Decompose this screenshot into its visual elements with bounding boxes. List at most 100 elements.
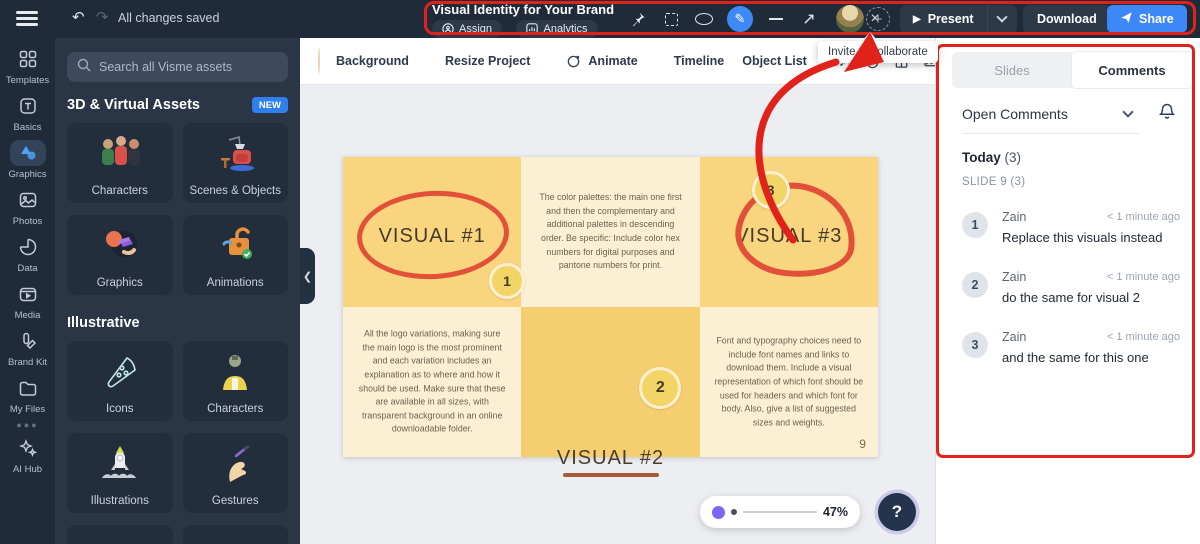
card-partial[interactable] xyxy=(182,525,288,544)
templates-grid-icon xyxy=(10,46,46,72)
slide[interactable]: VISUAL #1 1 The color palettes: the main… xyxy=(343,157,878,477)
background-color-swatch[interactable] xyxy=(318,48,320,74)
sidebar-item-brand-kit[interactable]: Brand Kit xyxy=(2,328,54,368)
present-options-chevron-icon[interactable] xyxy=(986,5,1017,33)
red-circle-annotation xyxy=(730,176,861,284)
timeline-button[interactable]: Timeline xyxy=(674,54,724,68)
object-list-button[interactable]: Object List xyxy=(742,54,807,68)
photos-image-icon xyxy=(10,187,46,213)
card-characters-3d[interactable]: Characters xyxy=(67,123,173,203)
visual-2-title[interactable]: VISUAL #2 xyxy=(521,447,699,470)
tab-comments[interactable]: Comments xyxy=(1072,52,1192,88)
asset-search[interactable] xyxy=(67,52,288,82)
comment-marker-1[interactable]: 1 xyxy=(489,263,525,299)
sidebar-item-ai-hub[interactable]: AI Hub xyxy=(2,435,54,475)
assign-button[interactable]: Assign xyxy=(432,20,503,38)
help-button[interactable]: ? xyxy=(878,493,916,531)
undo-icon[interactable]: ↶ xyxy=(72,8,85,26)
rail-label: Templates xyxy=(5,75,50,86)
asset-cards-illustrative: Icons Characters Illustrations Gestures xyxy=(67,341,288,544)
logo-body-text[interactable]: All the logo variations, making sure the… xyxy=(357,328,507,437)
slide-page-number: 9 xyxy=(859,437,866,451)
sidebar-item-basics[interactable]: Basics xyxy=(2,93,54,133)
section-title: Illustrative xyxy=(67,315,140,331)
group-title: Today xyxy=(962,150,1001,165)
ellipse-tool-icon[interactable] xyxy=(694,9,714,29)
frame-select-icon[interactable] xyxy=(661,9,681,29)
rail-overflow-dots: ●●● xyxy=(16,420,39,430)
pizza-outline-icon xyxy=(97,352,143,411)
sidebar-item-my-files[interactable]: My Files xyxy=(2,375,54,415)
zoom-slider-dot xyxy=(731,509,737,515)
rail-label: Media xyxy=(14,310,41,321)
pen-tool-icon[interactable]: ✎ xyxy=(727,6,753,32)
search-input[interactable] xyxy=(99,60,278,74)
slide-cell-logo-text[interactable]: All the logo variations, making sure the… xyxy=(343,307,522,457)
rail-label: Photos xyxy=(12,216,43,227)
panel-collapse-chevron-icon[interactable]: ❮ xyxy=(300,248,315,304)
red-underline-annotation xyxy=(563,473,660,477)
resize-project-button[interactable]: Resize Project xyxy=(445,54,530,68)
card-label: Characters xyxy=(91,185,148,197)
filter-chevron-down-icon[interactable] xyxy=(1122,106,1134,118)
zoom-control: 47% xyxy=(700,496,860,528)
card-label: Illustrations xyxy=(90,495,149,507)
slide-cell-visual-1[interactable]: VISUAL #1 1 xyxy=(343,157,525,307)
notifications-bell-icon[interactable] xyxy=(1158,102,1176,125)
rail-label: Data xyxy=(17,263,38,274)
sidebar-item-templates[interactable]: Templates xyxy=(2,46,54,86)
redo-icon[interactable]: ↷ xyxy=(96,8,109,26)
slide-cell-visual-2[interactable]: VISUAL #2 2 xyxy=(521,307,700,477)
sidebar-item-data[interactable]: Data xyxy=(2,234,54,274)
slide-cell-visual-3[interactable]: VISUAL #3 3 xyxy=(699,157,878,307)
card-gestures[interactable]: Gestures xyxy=(182,433,288,513)
card-characters-illustrative[interactable]: Characters xyxy=(182,341,288,421)
present-label: Present xyxy=(927,12,974,26)
palettes-body-text[interactable]: The color palettes: the main one first a… xyxy=(535,191,685,273)
background-button[interactable]: Background xyxy=(336,54,409,68)
slide-cell-palettes-text[interactable]: The color palettes: the main one first a… xyxy=(521,157,700,307)
section-header-3d: 3D & Virtual Assets NEW xyxy=(67,97,288,113)
zoom-slider-track[interactable] xyxy=(743,511,817,513)
share-button[interactable]: Share xyxy=(1107,5,1187,33)
present-button[interactable]: ▶ Present xyxy=(900,5,987,33)
basics-text-icon xyxy=(10,93,46,119)
card-animations[interactable]: Animations xyxy=(182,215,288,295)
card-scenes-objects[interactable]: Scenes & Objects xyxy=(182,123,288,203)
graphics-3d-shapes-icon xyxy=(94,226,146,285)
animate-button[interactable]: Animate xyxy=(588,54,637,68)
card-illustrations[interactable]: Illustrations xyxy=(67,433,173,513)
comment-marker-3[interactable]: 3 xyxy=(751,171,790,209)
comment-timestamp: < 1 minute ago xyxy=(1106,331,1180,343)
comment-number-badge: 2 xyxy=(962,272,988,298)
pin-icon[interactable] xyxy=(628,9,648,29)
analytics-button[interactable]: Analytics xyxy=(516,20,598,38)
document-title[interactable]: Visual Identity for Your Brand xyxy=(432,2,614,17)
zoom-slider-handle[interactable] xyxy=(712,505,725,519)
analytics-label: Analytics xyxy=(543,23,588,35)
card-icons[interactable]: Icons xyxy=(67,341,173,421)
slide-cell-fonts-text[interactable]: Font and typography choices need to incl… xyxy=(699,307,878,457)
line-tool-icon[interactable] xyxy=(766,9,786,29)
invite-collaborator-plus-icon[interactable]: + xyxy=(866,7,890,31)
comment-author: Zain xyxy=(1002,330,1027,344)
card-partial[interactable] xyxy=(67,525,173,544)
card-graphics-3d[interactable]: Graphics xyxy=(67,215,173,295)
comment-author: Zain xyxy=(1002,210,1027,224)
canvas[interactable]: VISUAL #1 1 The color palettes: the main… xyxy=(300,85,935,544)
card-label: Graphics xyxy=(96,277,143,289)
fonts-body-text[interactable]: Font and typography choices need to incl… xyxy=(714,334,864,429)
download-button[interactable]: Download xyxy=(1023,5,1111,33)
sidebar-item-graphics[interactable]: Graphics xyxy=(2,140,54,180)
avatar[interactable] xyxy=(836,5,864,33)
card-label: Icons xyxy=(106,403,134,415)
comment-marker-2[interactable]: 2 xyxy=(639,367,682,409)
arrow-tool-icon[interactable]: ↗ xyxy=(799,9,819,29)
zoom-percentage: 47% xyxy=(822,505,848,519)
tab-slides[interactable]: Slides xyxy=(952,52,1072,88)
sidebar-item-media[interactable]: Media xyxy=(2,281,54,321)
hamburger-menu-icon[interactable] xyxy=(16,11,38,27)
slide-group-label: SLIDE 9 (3) xyxy=(962,176,1026,188)
comments-filter[interactable]: Open Comments xyxy=(962,106,1068,122)
sidebar-item-photos[interactable]: Photos xyxy=(2,187,54,227)
